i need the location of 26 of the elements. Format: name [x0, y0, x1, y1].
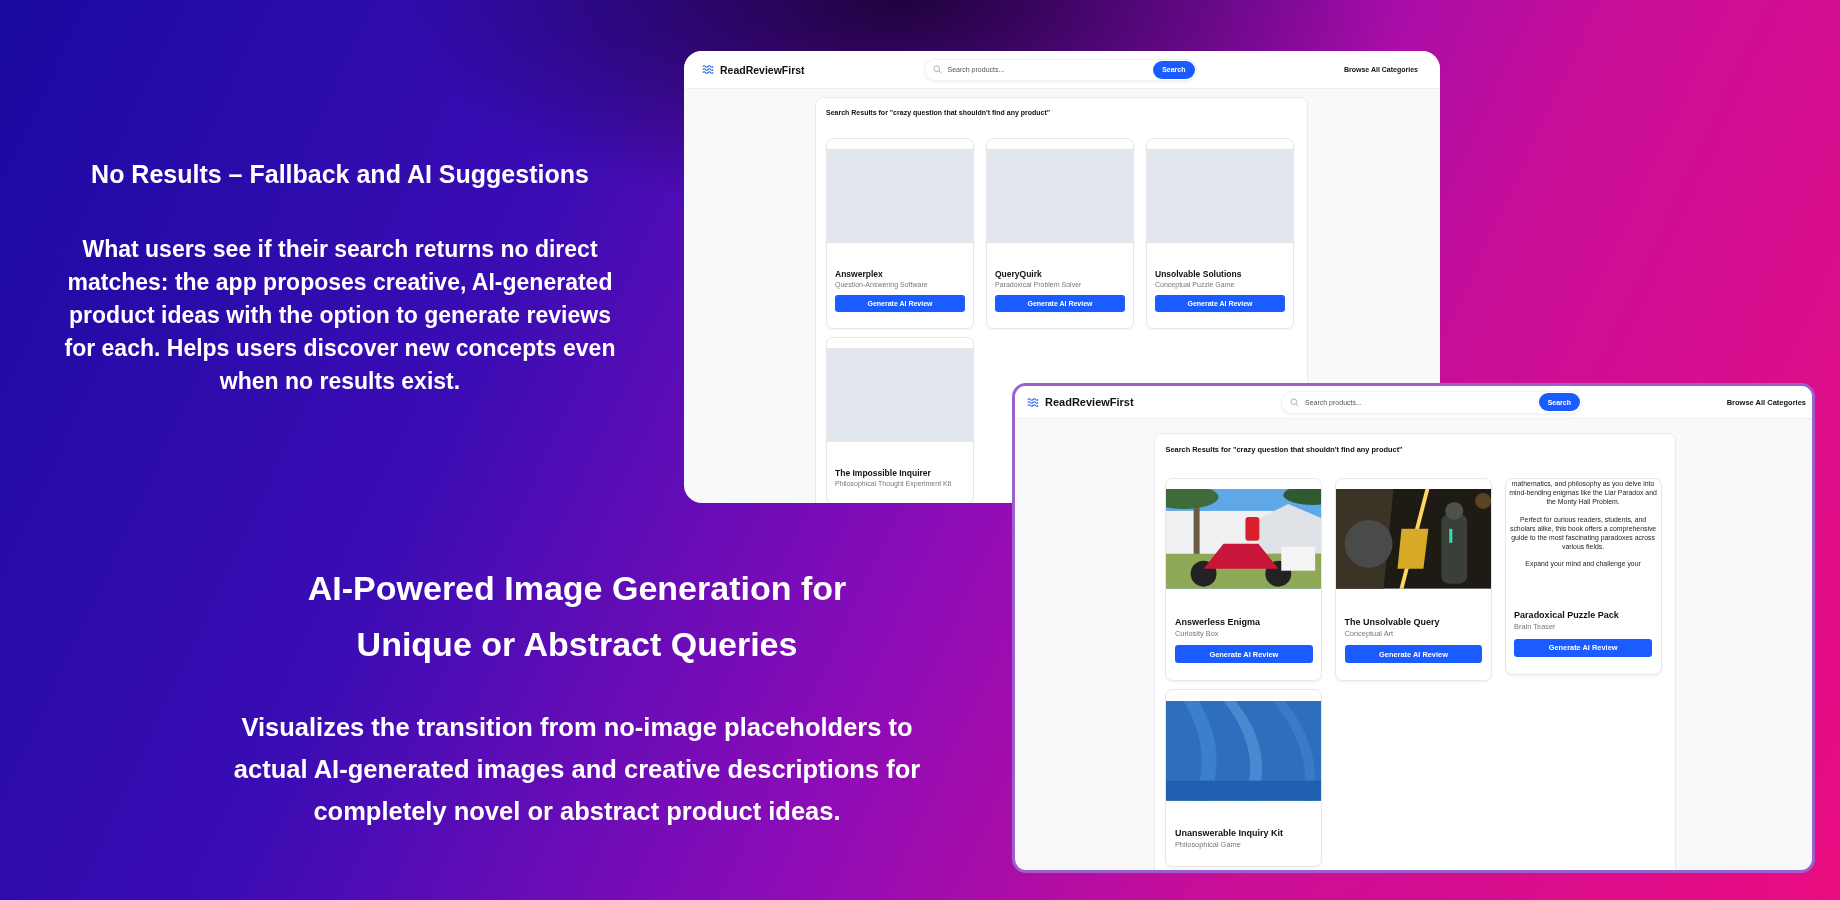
product-name: Paradoxical Puzzle Pack — [1514, 610, 1620, 621]
section-description: What users see if their search returns no direct matches: the app proposes creative, AI-generated product ideas with the option to generate reviews for each. Helps users discover new concepts even when no results exist. — [63, 235, 617, 396]
product-name: The Unsolvable Query — [1344, 616, 1441, 627]
product-name: Answerplex — [835, 269, 884, 279]
section-title: No Results – Fallback and AI Suggestions — [90, 160, 590, 189]
generate-review-button[interactable]: Generate AI Review — [1174, 645, 1313, 664]
product-name: Unsolvable Solutions — [1155, 269, 1243, 279]
product-name: Unanswerable Inquiry Kit — [1174, 828, 1284, 839]
search-icon — [932, 65, 942, 74]
section-description: Visualizes the transition from no-image placeholders to actual AI-generated images and creative descriptions for completely novel or abstract product ideas. — [232, 712, 922, 827]
product-category: Conceptual Art — [1344, 628, 1395, 638]
product-name: The Impossible Inquirer — [835, 468, 932, 478]
generate-review-button[interactable]: Generate AI Review — [1514, 638, 1653, 657]
product-name: QueryQuirk — [995, 269, 1043, 279]
waves-logo-icon — [1027, 397, 1039, 407]
product-category: Curiosity Box — [1174, 628, 1220, 638]
product-category: Brain Teaser — [1514, 622, 1557, 632]
product-category: Philosophical Game — [1174, 840, 1242, 850]
waves-logo-icon — [702, 65, 714, 74]
product-name: Answerless Enigma — [1174, 616, 1261, 627]
search-icon — [1290, 397, 1299, 407]
brand-name[interactable]: ReadReviewFirst — [1045, 396, 1134, 408]
results-heading: Search Results for "crazy question that shouldn't find any product" — [1165, 445, 1404, 455]
brand-name[interactable]: ReadReviewFirst — [720, 63, 805, 76]
generate-review-button[interactable]: Generate AI Review — [1344, 645, 1483, 664]
section-title: AI-Powered Image Generation for Unique or Abstract Queries — [306, 568, 848, 665]
